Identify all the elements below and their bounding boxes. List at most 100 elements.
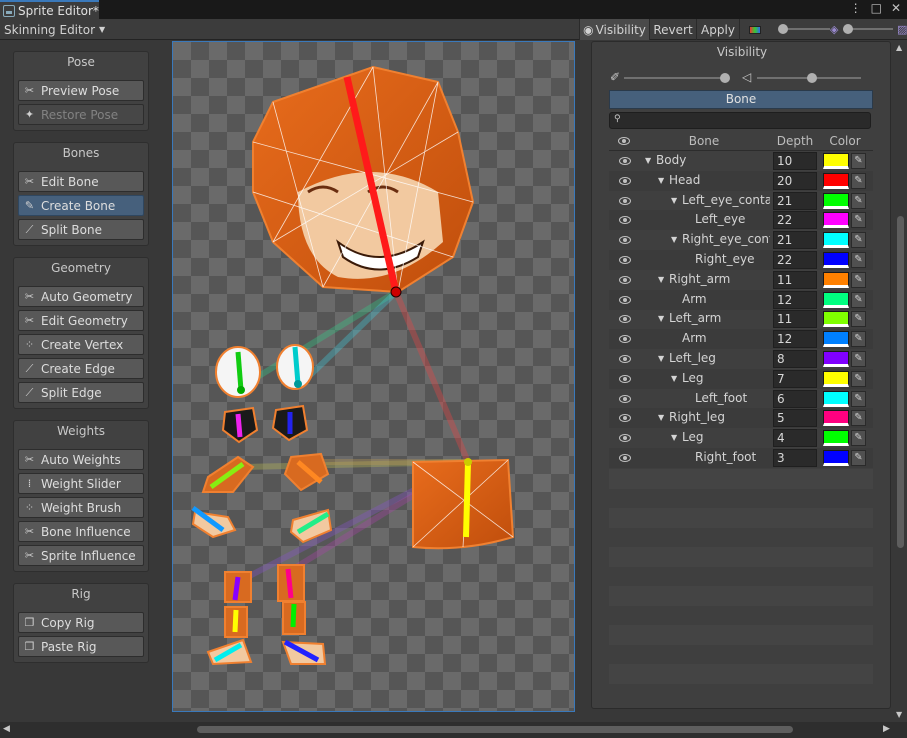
apply-button[interactable]: Apply <box>696 19 739 40</box>
mesh-opacity-slider[interactable] <box>757 72 865 86</box>
restore-pose-button[interactable]: ✦ Restore Pose <box>18 104 144 125</box>
visibility-toggle-all-icon[interactable] <box>618 137 630 145</box>
eyedropper-icon[interactable]: ✎ <box>851 172 866 189</box>
bone-row[interactable]: ▼ Right_leg 5 ✎ <box>609 408 873 429</box>
color-swatch[interactable] <box>823 172 849 189</box>
depth-field[interactable]: 12 <box>773 330 817 349</box>
depth-field[interactable]: 22 <box>773 211 817 230</box>
bone-row[interactable]: ▼ Body 10 ✎ <box>609 151 873 171</box>
tab-sprite-editor[interactable]: Sprite Editor* <box>0 0 99 19</box>
scroll-up-icon[interactable]: ▲ <box>896 43 902 52</box>
depth-field[interactable]: 3 <box>773 449 817 467</box>
eyedropper-icon[interactable]: ✎ <box>851 153 866 169</box>
eyedropper-icon[interactable]: ✎ <box>851 192 866 209</box>
eyedropper-icon[interactable]: ✎ <box>851 351 866 367</box>
scroll-left-icon[interactable]: ◀ <box>3 724 10 734</box>
color-swatch[interactable] <box>823 192 849 209</box>
color-swatch[interactable] <box>823 212 849 229</box>
bone-row[interactable]: ▼ Head 20 ✎ <box>609 170 873 191</box>
expand-arrow-icon[interactable]: ▼ <box>671 235 677 244</box>
scroll-right-icon[interactable]: ▶ <box>883 724 890 734</box>
bone-row[interactable]: ▼ Right_arm 11 ✎ <box>609 270 873 290</box>
bone-row[interactable]: Arm 12 ✎ <box>609 329 873 350</box>
sprite-influence-button[interactable]: ✂ Sprite Influence <box>18 545 144 566</box>
eyedropper-icon[interactable]: ✎ <box>851 212 866 229</box>
depth-field[interactable]: 21 <box>773 231 817 250</box>
revert-button[interactable]: Revert <box>649 19 696 40</box>
depth-field[interactable]: 6 <box>773 389 817 408</box>
color-swatch[interactable] <box>823 430 849 447</box>
copy-rig-button[interactable]: ❐ Copy Rig <box>18 612 144 633</box>
expand-arrow-icon[interactable]: ▼ <box>658 354 664 363</box>
color-swatch[interactable] <box>823 271 849 288</box>
visibility-eye-icon[interactable] <box>619 335 631 344</box>
expand-arrow-icon[interactable]: ▼ <box>645 156 651 165</box>
edit-geometry-button[interactable]: ✂ Edit Geometry <box>18 310 144 331</box>
visibility-eye-icon[interactable] <box>619 275 631 284</box>
visibility-eye-icon[interactable] <box>619 454 631 462</box>
vertical-scroll-thumb[interactable] <box>897 216 904 548</box>
eyedropper-icon[interactable]: ✎ <box>851 370 866 387</box>
eyedropper-icon[interactable]: ✎ <box>851 390 866 407</box>
create-vertex-button[interactable]: ⁘ Create Vertex <box>18 334 144 355</box>
eyedropper-icon[interactable]: ✎ <box>851 410 866 427</box>
bone-search-input[interactable]: ⚲ <box>609 112 871 129</box>
expand-arrow-icon[interactable]: ▼ <box>658 413 664 422</box>
expand-arrow-icon[interactable]: ▼ <box>671 374 677 383</box>
weight-slider-button[interactable]: ⁞ Weight Slider <box>18 473 144 494</box>
visibility-button[interactable]: ◉ Visibility <box>579 19 649 40</box>
depth-field[interactable]: 11 <box>773 310 817 329</box>
eyedropper-icon[interactable]: ✎ <box>851 271 866 288</box>
visibility-eye-icon[interactable] <box>619 176 631 185</box>
preview-pose-button[interactable]: ✂ Preview Pose <box>18 80 144 101</box>
depth-field[interactable]: 21 <box>773 191 817 210</box>
color-swatch[interactable] <box>823 370 849 387</box>
bone-row[interactable]: Left_foot 6 ✎ <box>609 389 873 409</box>
depth-field[interactable]: 5 <box>773 409 817 428</box>
depth-field[interactable]: 20 <box>773 171 817 190</box>
paste-rig-button[interactable]: ❐ Paste Rig <box>18 636 144 657</box>
expand-arrow-icon[interactable]: ▼ <box>658 275 664 284</box>
depth-field[interactable]: 22 <box>773 251 817 269</box>
create-bone-button[interactable]: ✎ Create Bone <box>18 195 144 216</box>
sprite-viewport[interactable] <box>172 41 575 712</box>
depth-field[interactable]: 12 <box>773 290 817 309</box>
bone-row[interactable]: ▼ Left_arm 11 ✎ <box>609 309 873 329</box>
bone-influence-button[interactable]: ✂ Bone Influence <box>18 521 144 542</box>
expand-arrow-icon[interactable]: ▼ <box>658 176 664 185</box>
color-swatch[interactable] <box>823 331 849 348</box>
eyedropper-icon[interactable]: ✎ <box>851 232 866 249</box>
bone-row[interactable]: Left_eye 22 ✎ <box>609 210 873 231</box>
create-edge-button[interactable]: ⟋ Create Edge <box>18 358 144 379</box>
expand-arrow-icon[interactable]: ▼ <box>671 433 677 442</box>
edit-bone-button[interactable]: ✂ Edit Bone <box>18 171 144 192</box>
close-icon[interactable]: ✕ <box>891 1 901 15</box>
visibility-eye-icon[interactable] <box>619 256 631 264</box>
brightness-slider[interactable] <box>775 19 835 40</box>
expand-arrow-icon[interactable]: ▼ <box>671 196 677 205</box>
depth-field[interactable]: 8 <box>773 350 817 368</box>
bone-row[interactable]: ▼ Leg 4 ✎ <box>609 428 873 448</box>
weight-brush-button[interactable]: ⁘ Weight Brush <box>18 497 144 518</box>
tab-bone[interactable]: Bone <box>609 90 873 109</box>
eyedropper-icon[interactable]: ✎ <box>851 252 866 268</box>
maximize-icon[interactable]: □ <box>871 1 882 15</box>
visibility-eye-icon[interactable] <box>619 216 631 225</box>
color-swatch[interactable] <box>823 351 849 367</box>
color-swatch[interactable] <box>823 450 849 466</box>
color-swatch[interactable] <box>823 153 849 169</box>
bone-row[interactable]: Arm 12 ✎ <box>609 289 873 310</box>
scroll-down-icon[interactable]: ▼ <box>896 710 902 719</box>
depth-field[interactable]: 10 <box>773 152 817 170</box>
bone-opacity-slider[interactable] <box>624 72 732 86</box>
mode-dropdown[interactable]: Skinning Editor ▼ <box>0 19 109 40</box>
visibility-eye-icon[interactable] <box>619 295 631 304</box>
auto-geometry-button[interactable]: ✂ Auto Geometry <box>18 286 144 307</box>
visibility-eye-icon[interactable] <box>619 434 631 443</box>
bone-row[interactable]: Right_eye 22 ✎ <box>609 250 873 270</box>
visibility-eye-icon[interactable] <box>619 374 631 383</box>
visibility-eye-icon[interactable] <box>619 355 631 363</box>
expand-arrow-icon[interactable]: ▼ <box>658 314 664 323</box>
eyedropper-icon[interactable]: ✎ <box>851 311 866 328</box>
eyedropper-icon[interactable]: ✎ <box>851 450 866 466</box>
